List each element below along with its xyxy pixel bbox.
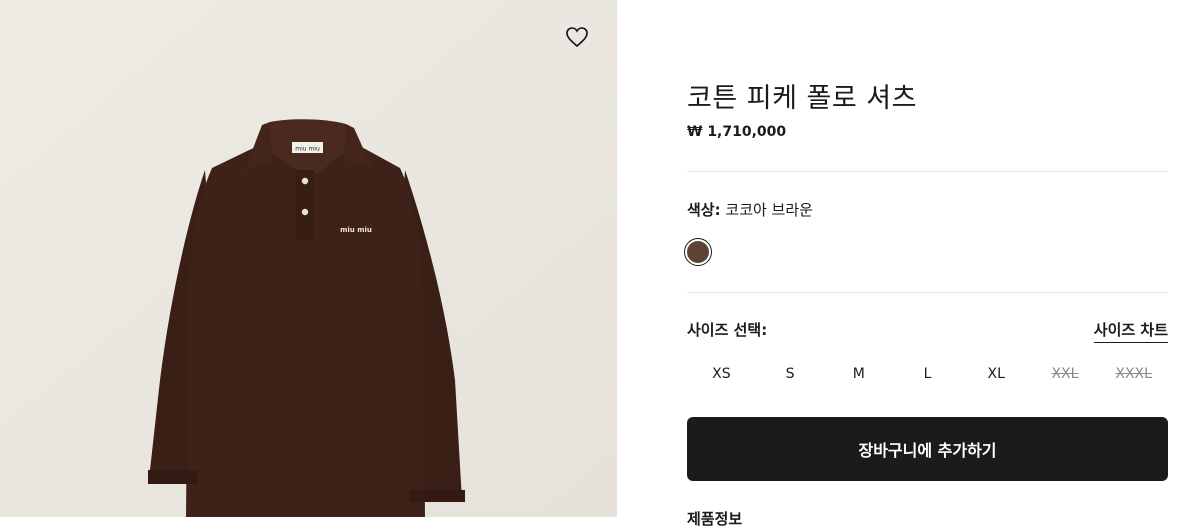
product-info-panel: 코튼 피케 폴로 셔츠 ₩ 1,710,000 색상: 코코아 브라운 사이즈 …: [684, 0, 1168, 528]
wishlist-heart-icon[interactable]: [564, 25, 590, 49]
divider: [687, 171, 1168, 172]
color-value: 코코아 브라운: [725, 201, 813, 219]
color-swatch-cocoa-brown[interactable]: [684, 238, 712, 266]
color-info: 색상: 코코아 브라운: [687, 199, 813, 220]
product-image: miu miu miu miu: [0, 0, 617, 517]
product-price: ₩ 1,710,000: [687, 124, 787, 140]
chest-logo: miu miu: [340, 226, 372, 234]
color-label: 색상:: [687, 201, 721, 219]
product-details-heading-cut-off[interactable]: 제품정보: [687, 508, 742, 529]
divider: [687, 292, 1168, 293]
add-to-cart-button[interactable]: 장바구니에 추가하기: [687, 417, 1168, 481]
size-option-xxl-unavailable[interactable]: XXL: [1031, 362, 1100, 386]
size-option-s[interactable]: S: [756, 362, 825, 386]
size-chart-link[interactable]: 사이즈 차트: [1093, 319, 1168, 343]
size-options: XS S M L XL XXL XXXL: [687, 362, 1168, 386]
size-option-m[interactable]: M: [824, 362, 893, 386]
swatch-fill: [687, 241, 709, 263]
product-image-panel: miu miu miu miu: [0, 0, 617, 517]
size-select-label: 사이즈 선택:: [687, 321, 768, 339]
product-title: 코튼 피케 폴로 셔츠: [687, 83, 917, 114]
size-option-xs[interactable]: XS: [687, 362, 756, 386]
size-option-l[interactable]: L: [893, 362, 962, 386]
size-option-xxxl-unavailable[interactable]: XXXL: [1099, 362, 1168, 386]
size-option-xl[interactable]: XL: [962, 362, 1031, 386]
neck-label-logo: miu miu: [295, 146, 320, 153]
